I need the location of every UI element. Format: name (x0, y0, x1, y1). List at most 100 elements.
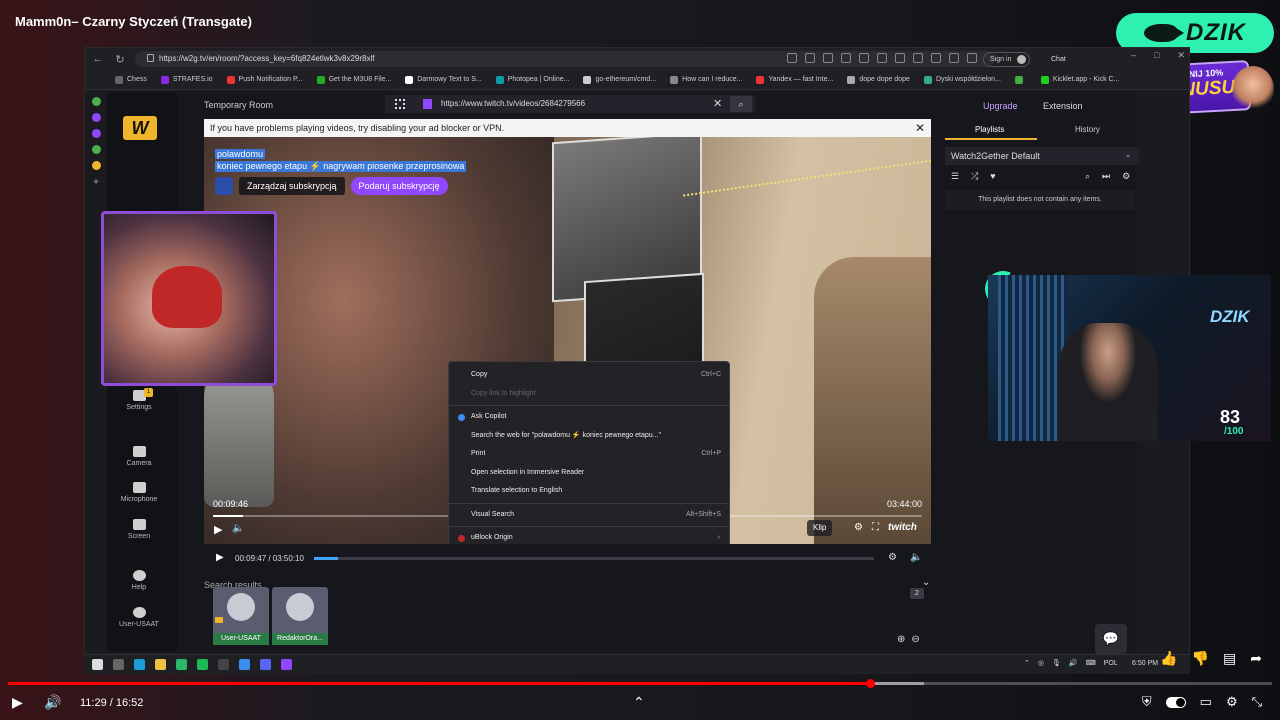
video-url-input[interactable]: https://www.twitch.tv/videos/2684279566 (441, 99, 585, 108)
split-icon[interactable] (859, 53, 869, 63)
maximize-icon[interactable]: □ (1154, 50, 1159, 61)
language-indicator[interactable]: POL (1104, 660, 1118, 667)
search-icon[interactable]: ⌕ (730, 96, 752, 112)
youtube-scrubber[interactable] (866, 679, 875, 688)
apps-icon[interactable] (787, 53, 797, 63)
clip-button[interactable]: Klip (807, 520, 833, 536)
twitch-video[interactable]: polawdomu koniec pewnego etapu ⚡ nagrywa… (204, 137, 931, 544)
w2g-logo[interactable]: W (123, 116, 157, 140)
context-menu-item[interactable]: Copy Ctrl+C (449, 366, 729, 385)
context-menu-item[interactable]: Ask Copilot (449, 408, 729, 427)
video-settings-icon[interactable]: ⚙ (854, 522, 863, 533)
context-menu-item[interactable]: uBlock Origin › (449, 529, 729, 544)
w2g-play-icon[interactable]: ▶ (216, 552, 224, 563)
playlist-select[interactable]: Watch2Gether Default ⌄ (945, 147, 1139, 165)
shuffle-icon[interactable]: ⤮ (971, 171, 978, 182)
chevron-up-icon[interactable]: ⌃ (633, 694, 645, 711)
dislike-icon[interactable]: 👎 (1192, 650, 1209, 667)
favorites-bar-icon[interactable] (913, 53, 923, 63)
context-menu-item[interactable]: Print Ctrl+P (449, 445, 729, 464)
bookmark-item[interactable] (1014, 75, 1027, 84)
bookmark-item[interactable]: How can I reduce... (670, 75, 742, 84)
keyboard-icon[interactable]: ⌨ (1086, 659, 1096, 667)
refresh-icon[interactable]: ↻ (111, 53, 129, 66)
add-sidebar-icon[interactable]: + (93, 177, 99, 188)
sign-in-button[interactable]: Sign in (983, 52, 1031, 67)
microphone-icon[interactable]: 🎙 (1052, 659, 1061, 667)
explorer-icon[interactable] (155, 659, 166, 670)
bookmark-item[interactable]: Kicklet.app - Kick C... (1040, 75, 1119, 84)
alert-close-icon[interactable]: ✕ (915, 119, 925, 137)
settings-icon[interactable]: ⚙ (1226, 694, 1238, 710)
sidebar-app-icon[interactable] (91, 97, 101, 106)
settings-icon[interactable] (967, 53, 977, 63)
rail-button-camera[interactable]: Camera (104, 446, 174, 467)
w2g-seek-bar[interactable] (314, 557, 874, 560)
obs-icon[interactable] (218, 659, 229, 670)
context-menu-item[interactable]: Search the web for "polawdomu ⚡ koniec p… (449, 427, 729, 446)
skip-icon[interactable]: ⏭ (1102, 171, 1110, 182)
collections-icon[interactable] (895, 53, 905, 63)
gift-subscription-button[interactable]: Podaruj subskrypcję (350, 177, 448, 195)
twitch-app-icon[interactable] (281, 659, 292, 670)
tab-playlists[interactable]: Playlists (975, 125, 1004, 134)
zoom-in-icon[interactable]: ⊕ (897, 634, 905, 645)
sidebar-app-icon[interactable] (91, 145, 101, 154)
user-card[interactable]: User-USAAT (213, 587, 269, 645)
downloads-icon[interactable] (949, 53, 959, 63)
chevron-down-icon[interactable]: ⌄ (922, 577, 930, 588)
volume-icon[interactable]: 🔊 (44, 694, 61, 711)
clock[interactable]: 6:50 PM (1132, 660, 1158, 667)
search-icon[interactable]: ⌕ (1085, 171, 1090, 182)
edge-icon[interactable] (134, 659, 145, 670)
user-card[interactable]: RedaktorOra... (272, 587, 328, 645)
favorite-icon[interactable] (823, 53, 833, 63)
sidebar-app-icon[interactable] (91, 113, 101, 122)
like-icon[interactable]: 👍 (1160, 650, 1177, 667)
gear-icon[interactable]: ⚙ (1122, 171, 1130, 182)
start-icon[interactable] (92, 659, 103, 670)
share-icon[interactable]: ➦ (1250, 650, 1262, 667)
grid-icon[interactable] (395, 99, 405, 109)
rail-button-help[interactable]: Help (104, 570, 174, 591)
extension-icon[interactable] (841, 53, 851, 63)
comments-icon[interactable]: ▤ (1223, 650, 1236, 667)
volume-icon[interactable]: 🔈 (232, 523, 244, 534)
bookmark-item[interactable]: STRAFES.io (160, 75, 213, 84)
room-title[interactable]: Temporary Room (204, 100, 273, 110)
rail-button-screen[interactable]: Screen (104, 519, 174, 540)
zoom-out-icon[interactable]: ⊖ (911, 634, 919, 645)
close-icon[interactable]: ✕ (1177, 50, 1185, 61)
shield-icon[interactable]: ⛨ (1142, 694, 1152, 710)
manage-subscription-button[interactable]: Zarządzaj subskrypcją (239, 177, 345, 195)
w2g-settings-icon[interactable]: ⚙ (888, 552, 897, 563)
context-menu-item[interactable]: Visual Search Alt+Shift+S (449, 506, 729, 525)
subtitles-icon[interactable]: ▭ (1200, 694, 1212, 710)
chevron-up-icon[interactable]: ⌃ (1024, 659, 1030, 667)
volume-icon[interactable]: 🔊 (1069, 659, 1078, 667)
network-icon[interactable]: ◎ (1038, 659, 1044, 667)
twitch-channel-name[interactable]: polawdomu (215, 149, 266, 159)
app-icon[interactable] (176, 659, 187, 670)
read-aloud-icon[interactable] (805, 53, 815, 63)
autoplay-toggle[interactable] (1165, 697, 1186, 708)
play-icon[interactable]: ▶ (12, 694, 23, 711)
spotify-icon[interactable] (197, 659, 208, 670)
context-menu-item[interactable]: Copy link to highlight (449, 385, 729, 404)
extension-link[interactable]: Extension (1043, 101, 1083, 111)
list-icon[interactable]: ☰ (951, 171, 959, 182)
copilot-chat-button[interactable]: Chat (1051, 52, 1066, 67)
rail-button-user-usaat[interactable]: User-USAAT (104, 607, 174, 628)
bookmark-item[interactable]: Get the M3U8 File... (316, 75, 391, 84)
bookmark-item[interactable]: Chess (115, 75, 147, 84)
youtube-progress-bar[interactable] (8, 682, 1272, 685)
bookmark-item[interactable]: dope dope dope (847, 75, 910, 84)
sidebar-app-icon[interactable] (91, 129, 101, 138)
clear-icon[interactable]: ✕ (713, 97, 722, 110)
context-menu-item[interactable]: Open selection in Immersive Reader (449, 464, 729, 483)
context-menu-item[interactable]: Translate selection to English (449, 482, 729, 501)
bookmark-item[interactable]: Darmowy Text to S... (405, 75, 482, 84)
rail-button-microphone[interactable]: Microphone (104, 482, 174, 503)
task-view-icon[interactable] (113, 659, 124, 670)
heart-icon[interactable]: ♥ (990, 171, 995, 182)
